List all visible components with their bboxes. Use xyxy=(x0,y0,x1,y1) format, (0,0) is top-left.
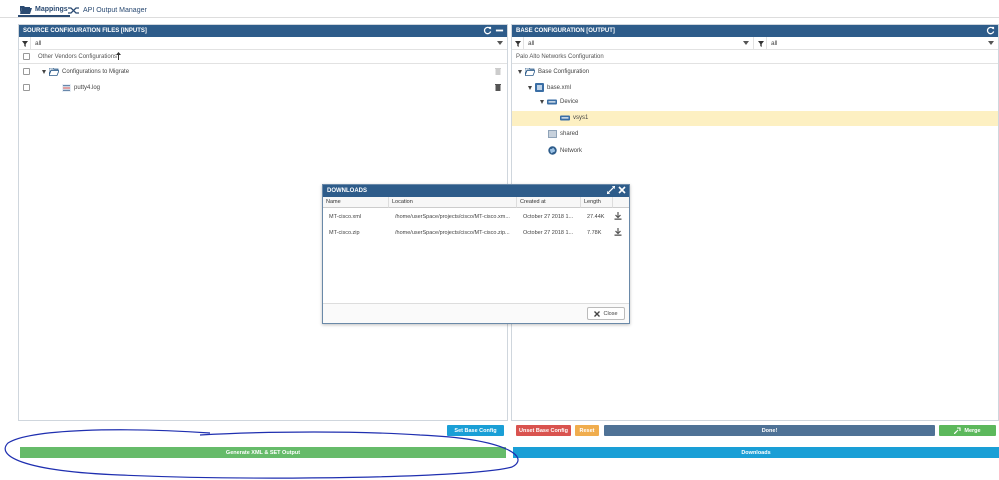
tree-item-shared[interactable]: shared xyxy=(512,126,998,142)
tree-item-base-configuration[interactable]: Base Configuration xyxy=(512,64,998,79)
filter-value: all xyxy=(528,40,535,47)
row-checkbox[interactable] xyxy=(23,84,30,91)
chevron-down-icon xyxy=(743,41,749,45)
dialog-footer: Close xyxy=(323,303,629,323)
shuffle-icon xyxy=(68,6,79,14)
done-button[interactable]: Done! xyxy=(604,425,935,436)
unset-base-config-button[interactable]: Unset Base Config xyxy=(516,425,571,436)
minimize-icon[interactable] xyxy=(495,26,504,35)
row-checkbox[interactable] xyxy=(23,68,30,75)
tree-item-base-xml[interactable]: base.xml xyxy=(512,79,998,95)
filter-icon xyxy=(19,37,31,50)
output-filter-row: all all xyxy=(512,37,998,50)
filter-value: all xyxy=(35,40,42,47)
folder-open-icon xyxy=(49,68,59,76)
column-header-created[interactable]: Created at xyxy=(517,197,581,208)
chevron-down-icon xyxy=(497,41,503,45)
folder-open-icon xyxy=(525,68,535,76)
refresh-icon[interactable] xyxy=(483,26,492,35)
tab-mappings[interactable]: Mappings xyxy=(18,3,70,17)
log-file-icon xyxy=(62,84,71,92)
xml-file-icon xyxy=(535,83,544,92)
tree-item-putty-log[interactable]: putty4.log xyxy=(19,80,507,96)
filter-icon xyxy=(755,37,767,50)
column-header-name[interactable]: Name xyxy=(323,197,389,208)
column-header: Palo Alto Networks Configuration xyxy=(512,50,998,64)
vsys-icon xyxy=(560,115,570,121)
column-header-location[interactable]: Location xyxy=(389,197,517,208)
set-base-config-button[interactable]: Set Base Config xyxy=(447,425,504,436)
download-icon[interactable] xyxy=(614,228,622,236)
expand-arrow-icon[interactable] xyxy=(42,70,46,74)
output-filter-1[interactable]: all xyxy=(512,37,754,50)
table-row[interactable]: MT-cisco.zip /home/userSpace/projects/ci… xyxy=(323,226,629,240)
filter-value: all xyxy=(771,40,778,47)
tree-item-network[interactable]: Network xyxy=(512,142,998,158)
downloads-button[interactable]: Downloads xyxy=(513,447,999,458)
expand-arrow-icon[interactable] xyxy=(540,100,544,104)
tab-label: API Output Manager xyxy=(83,6,147,14)
dialog-title: DOWNLOADS xyxy=(323,185,629,197)
expand-arrow-icon[interactable] xyxy=(528,85,532,90)
table-row[interactable]: MT-cisco.xml /home/userSpace/projects/ci… xyxy=(323,210,629,224)
tree-item-configurations[interactable]: Configurations to Migrate xyxy=(19,64,507,80)
trash-icon[interactable] xyxy=(495,84,501,91)
output-filter-2[interactable]: all xyxy=(755,37,998,50)
column-header-length[interactable]: Length xyxy=(581,197,613,208)
tab-api-output-manager[interactable]: API Output Manager xyxy=(66,3,149,17)
reset-button[interactable]: Reset xyxy=(575,425,599,436)
chevron-down-icon xyxy=(988,41,994,45)
download-icon[interactable] xyxy=(614,212,622,220)
panel-title: SOURCE CONFIGURATION FILES [INPUTS] xyxy=(19,25,507,37)
top-tab-bar: Mappings API Output Manager xyxy=(0,0,999,18)
trash-icon-disabled xyxy=(495,68,501,75)
expand-icon[interactable] xyxy=(607,186,615,194)
close-icon[interactable] xyxy=(618,186,626,194)
globe-icon xyxy=(548,146,557,155)
folder-open-icon xyxy=(20,5,32,14)
tree-item-vsys1[interactable]: vsys1 xyxy=(512,111,998,126)
filter-icon xyxy=(512,37,524,50)
tree-item-device[interactable]: Device xyxy=(512,95,998,111)
close-button[interactable]: Close xyxy=(587,307,625,320)
select-all-checkbox[interactable] xyxy=(23,53,30,60)
merge-icon xyxy=(954,427,961,434)
device-icon xyxy=(547,99,557,105)
refresh-icon[interactable] xyxy=(986,26,995,35)
expand-arrow-icon[interactable] xyxy=(518,70,522,74)
merge-button[interactable]: Merge xyxy=(939,425,996,436)
close-icon xyxy=(594,310,601,317)
downloads-dialog: DOWNLOADS Name Location Created at Lengt… xyxy=(322,184,630,324)
generate-output-button[interactable]: Generate XML & SET Output xyxy=(20,447,506,458)
column-header-action xyxy=(613,197,629,208)
column-header: Other Vendors Configurations xyxy=(19,50,507,64)
shared-icon xyxy=(548,130,557,138)
source-filter[interactable]: all xyxy=(19,37,507,50)
sort-arrow-icon[interactable] xyxy=(116,52,121,60)
panel-title: BASE CONFIGURATION [OUTPUT] xyxy=(512,25,998,37)
tab-label: Mappings xyxy=(35,5,68,13)
